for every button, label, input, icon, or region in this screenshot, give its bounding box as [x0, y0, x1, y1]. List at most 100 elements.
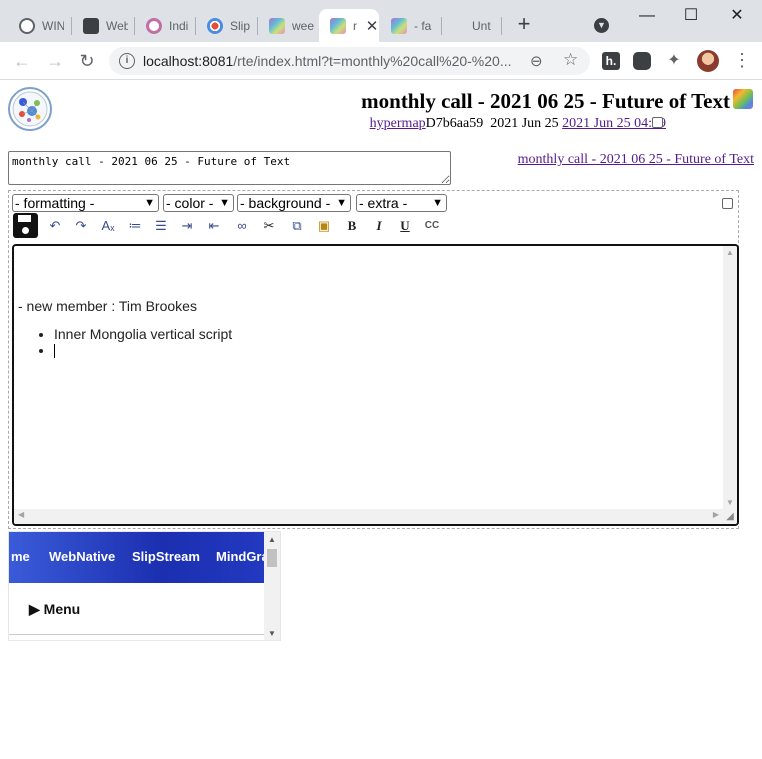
text-cursor [54, 344, 55, 359]
background-select[interactable]: - background - ▼ [237, 194, 351, 212]
scroll-up-icon[interactable]: ▲ [723, 248, 737, 257]
title-link[interactable]: monthly call - 2021 06 25 - Future of Te… [518, 152, 754, 168]
save-icon[interactable] [13, 213, 38, 238]
globe-icon [19, 17, 35, 34]
list-item [54, 342, 232, 359]
minimize-button[interactable]: — [633, 6, 661, 26]
cc-icon[interactable]: CC [422, 217, 442, 235]
tab-title: r [353, 18, 357, 33]
tab-title: - fa [414, 18, 432, 33]
chevron-down-icon: ▼ [219, 197, 230, 209]
scroll-down-icon[interactable]: ▼ [723, 498, 737, 507]
browser-tab[interactable]: Web [72, 9, 134, 42]
tab-separator [501, 17, 502, 35]
underline-icon[interactable]: U [396, 217, 414, 235]
slipstream-icon [207, 17, 223, 34]
zoom-icon[interactable]: ⊖ [530, 52, 543, 70]
browser-tab[interactable]: Indi [135, 9, 197, 42]
editor-checkbox[interactable] [722, 198, 733, 209]
extra-select-value: - extra - [359, 195, 408, 211]
ring-icon [146, 17, 162, 34]
link-icon[interactable]: ∞ [233, 217, 251, 235]
editor-line: - new member : Tim Brookes [18, 298, 197, 314]
formatting-select[interactable]: - formatting - ▼ [12, 194, 159, 212]
nav-item-home[interactable]: me [11, 549, 30, 564]
embed-vertical-scrollbar[interactable]: ▲ ▼ [264, 532, 280, 640]
reload-icon[interactable]: ↻ [76, 50, 98, 72]
chevron-down-icon: ▼ [144, 197, 155, 209]
browser-tab-strip: WIN Web Indi Slip wee r ✕ - fa Unt + ▼ —… [0, 0, 762, 42]
hypermap-icon[interactable] [733, 89, 753, 109]
color-select-value: - color - [166, 195, 214, 211]
browser-tab[interactable]: WIN [8, 9, 70, 42]
scroll-down-icon[interactable]: ▼ [264, 629, 280, 638]
camera-extension-icon[interactable] [633, 52, 651, 70]
back-icon[interactable]: ← [11, 50, 33, 72]
browser-tab[interactable]: Slip [196, 9, 258, 42]
background-select-value: - background - [240, 195, 331, 211]
tab-title: wee [292, 18, 314, 33]
browser-tab[interactable]: - fa [380, 9, 442, 42]
bullet-list: Inner Mongolia vertical script [18, 326, 232, 359]
ordered-list-icon[interactable]: ≔ [126, 217, 144, 235]
browser-menu-icon[interactable]: ⋮ [733, 50, 751, 71]
italic-icon[interactable]: I [370, 217, 388, 235]
tab-search-icon[interactable]: ▼ [594, 18, 609, 33]
nav-item-mindgraph[interactable]: MindGra [216, 549, 269, 564]
hypermap-logo-icon [12, 91, 48, 127]
hypermap-logo[interactable] [8, 87, 52, 131]
forward-icon[interactable]: → [44, 50, 66, 72]
browser-tab-active[interactable]: r ✕ [319, 9, 379, 42]
resize-grip-icon[interactable]: ◢ [723, 509, 737, 524]
cut-icon[interactable]: ✂ [260, 217, 278, 235]
meta-checkbox[interactable] [652, 117, 663, 128]
url-path: /rte/index.html?t=monthly%20call%20-%20.… [233, 53, 512, 69]
copy-icon[interactable]: ⧉ [288, 217, 306, 235]
profile-avatar[interactable] [697, 50, 719, 72]
editor-horizontal-scrollbar[interactable]: ◀ ▶ [14, 509, 727, 524]
tab-title: Slip [230, 18, 251, 33]
redo-icon[interactable]: ↷ [72, 217, 90, 235]
extra-select[interactable]: - extra - ▼ [356, 194, 447, 212]
color-select[interactable]: - color - ▼ [163, 194, 234, 212]
indent-icon[interactable]: ⇥ [178, 217, 196, 235]
browser-tab[interactable]: Unt [461, 9, 501, 42]
document-date: 2021 Jun 25 [490, 116, 559, 131]
hypermap-link[interactable]: hypermap [370, 116, 426, 131]
browser-tab[interactable]: wee [258, 9, 320, 42]
maximize-button[interactable]: ☐ [677, 6, 705, 26]
undo-icon[interactable]: ↶ [46, 217, 64, 235]
editor-content-area[interactable]: - new member : Tim Brookes Inner Mongoli… [12, 244, 739, 526]
address-bar[interactable]: i localhost:8081/rte/index.html?t=monthl… [109, 47, 590, 75]
hypothesis-extension-icon[interactable]: h. [602, 52, 620, 70]
bookmark-star-icon[interactable]: ☆ [563, 50, 578, 70]
scroll-right-icon[interactable]: ▶ [713, 510, 719, 519]
tab-title: Web [106, 18, 128, 33]
close-window-button[interactable]: ✕ [723, 6, 751, 26]
outdent-icon[interactable]: ⇤ [205, 217, 223, 235]
new-tab-button[interactable]: + [514, 13, 534, 35]
info-icon[interactable]: i [119, 53, 135, 69]
scroll-left-icon[interactable]: ◀ [18, 510, 24, 519]
scrollbar-thumb[interactable] [267, 549, 277, 567]
title-input[interactable]: monthly call - 2021 06 25 - Future of Te… [8, 151, 451, 185]
paste-icon[interactable]: ▣ [315, 217, 333, 235]
scroll-up-icon[interactable]: ▲ [264, 535, 280, 544]
menu-toggle[interactable]: ▶ Menu [29, 601, 80, 618]
clear-format-icon[interactable]: Aₓ [99, 217, 117, 235]
camera-icon [83, 17, 99, 34]
chevron-down-icon: ▼ [336, 197, 347, 209]
tab-title: Unt [472, 18, 491, 33]
bold-icon[interactable]: B [343, 217, 361, 235]
nav-item-slipstream[interactable]: SlipStream [132, 549, 200, 564]
page-title: monthly call - 2021 06 25 - Future of Te… [361, 89, 730, 113]
document-meta: hypermapD7b6aa59 2021 Jun 25 2021 Jun 25… [370, 116, 666, 132]
extensions-puzzle-icon[interactable]: ✦ [665, 52, 683, 70]
url-text[interactable]: localhost:8081/rte/index.html?t=monthly%… [143, 53, 512, 69]
unordered-list-icon[interactable]: ☰ [152, 217, 170, 235]
editor-text[interactable]: - new member : Tim Brookes Inner Mongoli… [18, 298, 232, 359]
editor-vertical-scrollbar[interactable]: ▲ ▼ [723, 246, 737, 509]
close-tab-icon[interactable]: ✕ [365, 17, 379, 35]
timestamp-link[interactable]: 2021 Jun 25 04:09 [562, 116, 666, 131]
nav-item-webnative[interactable]: WebNative [49, 549, 115, 564]
